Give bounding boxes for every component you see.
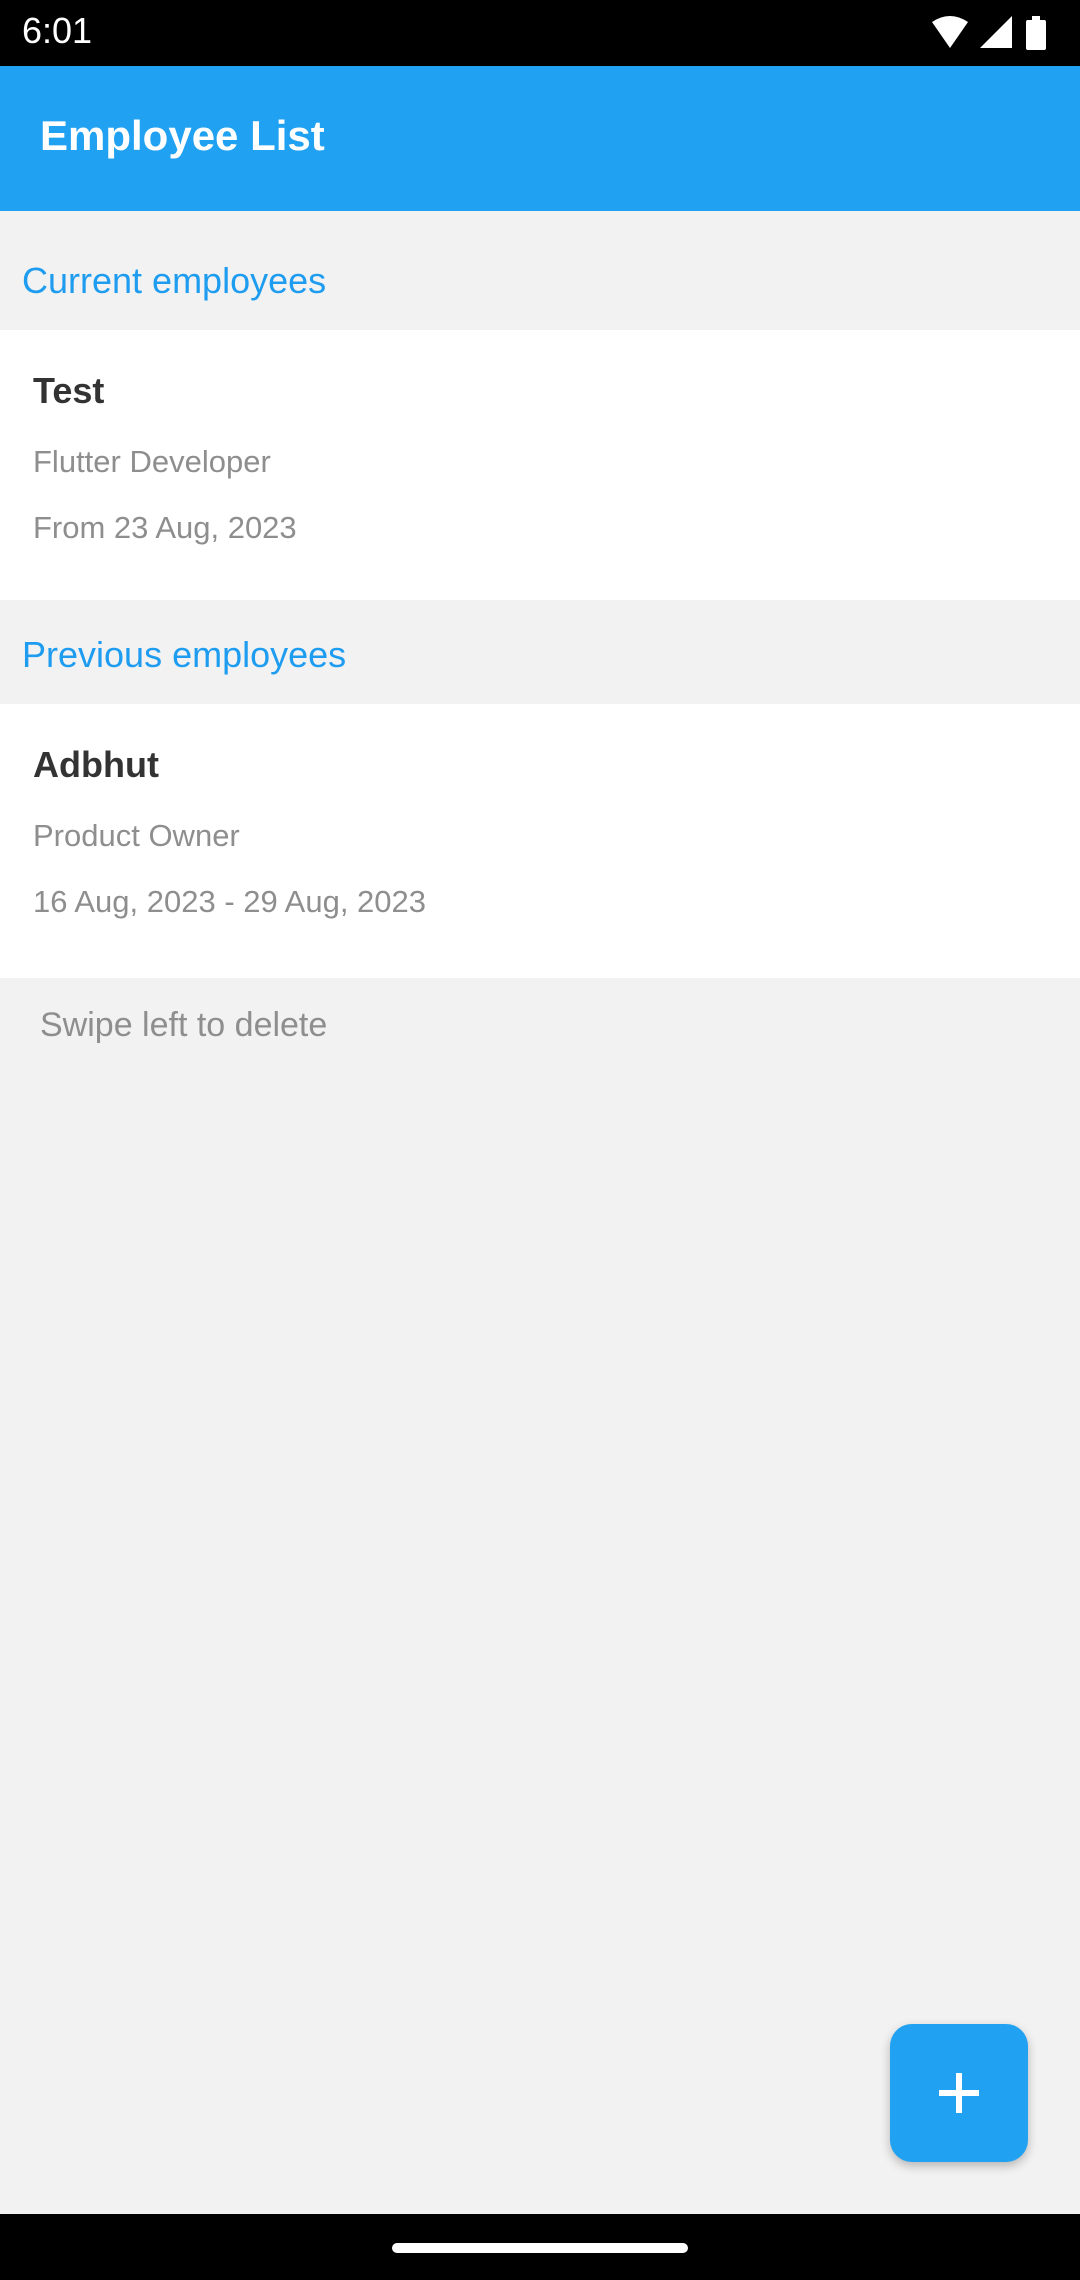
employee-dates: 16 Aug, 2023 - 29 Aug, 2023 (33, 884, 427, 919)
swipe-hint: Swipe left to delete (40, 1006, 328, 1044)
employee-name: Adbhut (33, 744, 159, 785)
section-title-current: Current employees (22, 260, 327, 301)
wifi-icon (932, 16, 968, 48)
page-title: Employee List (40, 112, 325, 159)
employee-role: Flutter Developer (33, 444, 271, 479)
navigation-bar (0, 2214, 1080, 2280)
employee-card[interactable]: Adbhut Product Owner 16 Aug, 2023 - 29 A… (0, 704, 1080, 978)
signal-icon (980, 16, 1012, 48)
employee-role: Product Owner (33, 818, 240, 853)
add-employee-button[interactable] (890, 2024, 1028, 2162)
section-header-previous: Previous employees (0, 600, 1080, 704)
employee-name: Test (33, 370, 105, 411)
status-icons (930, 14, 1056, 52)
app-bar: Employee List (0, 66, 1080, 211)
section-title-previous: Previous employees (22, 634, 347, 675)
status-time: 6:01 (22, 10, 93, 51)
section-header-current: Current employees (0, 226, 1080, 330)
battery-icon (1026, 16, 1046, 50)
home-gesture-handle[interactable] (392, 2243, 688, 2253)
employee-card[interactable]: Test Flutter Developer From 23 Aug, 2023 (0, 330, 1080, 600)
status-bar: 6:01 (0, 0, 1080, 66)
employee-dates: From 23 Aug, 2023 (33, 510, 297, 545)
plus-icon (939, 2073, 979, 2113)
